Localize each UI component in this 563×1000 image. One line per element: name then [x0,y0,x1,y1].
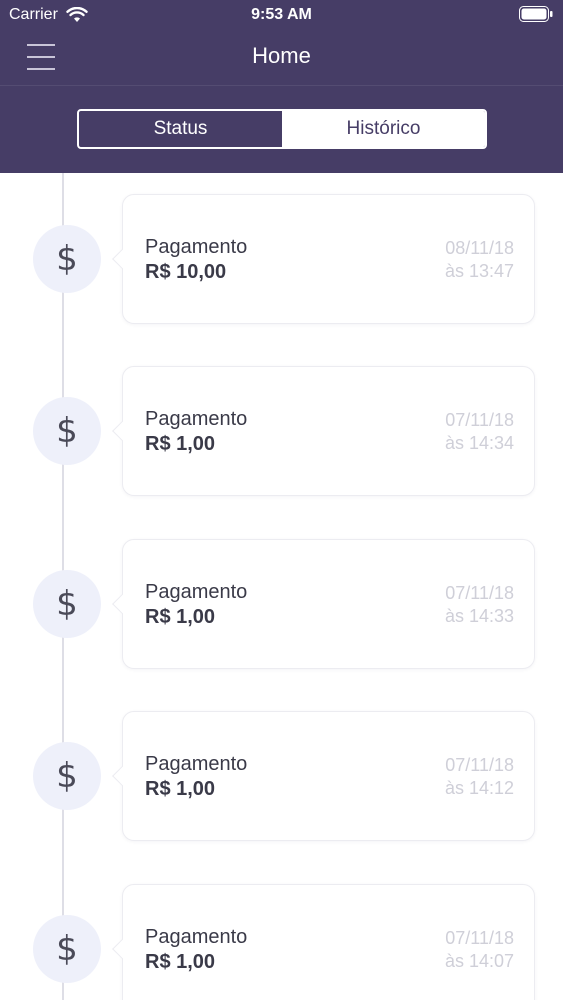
transaction-date: 07/11/18 [445,583,514,603]
dollar-icon: $ [33,742,101,810]
transaction-type: Pagamento [145,753,248,775]
transaction-date: 07/11/18 [445,928,514,948]
dollar-icon: $ [33,570,101,638]
transaction-amount: R$ 1,00 [145,606,216,628]
card-pointer [112,594,132,614]
transaction-time: às 14:12 [444,778,514,798]
transaction-time: às 14:34 [444,433,514,453]
transaction-time: às 14:33 [444,606,514,626]
dollar-icon: $ [33,225,101,293]
page-title: Home [252,43,311,68]
transaction-amount: R$ 1,00 [145,433,216,455]
card-pointer [112,249,132,269]
timeline-entry: $ Pagamento R$ 1,00 07/11/18 às 14:12 [0,711,563,841]
transaction-amount: R$ 1,00 [145,951,216,973]
transaction-amount: R$ 1,00 [145,778,216,800]
navigation-bar: Home [0,30,563,86]
transaction-date: 08/11/18 [445,238,514,258]
timeline-entry: $ Pagamento R$ 1,00 07/11/18 às 14:34 [0,366,563,496]
transaction-date: 07/11/18 [445,410,514,430]
dollar-icon: $ [33,915,101,983]
battery-icon [519,6,553,22]
transaction-time: às 13:47 [444,261,514,281]
timeline-entry: $ Pagamento R$ 10,00 08/11/18 às 13:47 [0,194,563,324]
tab-status[interactable]: Status [79,111,282,147]
timeline-entry: $ Pagamento R$ 1,00 07/11/18 às 14:33 [0,539,563,669]
transaction-date: 07/11/18 [445,755,514,775]
history-timeline: $ Pagamento R$ 10,00 08/11/18 às 13:47 $… [0,173,563,1000]
transaction-card[interactable]: Pagamento R$ 10,00 08/11/18 às 13:47 [112,194,535,324]
transaction-type: Pagamento [145,408,248,430]
status-bar: Carrier 9:53 AM [0,0,563,30]
timeline-entry: $ Pagamento R$ 1,00 07/11/18 às 14:07 [0,884,563,1000]
transaction-type: Pagamento [145,581,248,603]
transaction-type: Pagamento [145,236,248,258]
card-pointer [112,939,132,959]
app-header: Carrier 9:53 AM Home Status Histórico [0,0,563,173]
card-pointer [112,421,132,441]
transaction-card[interactable]: Pagamento R$ 1,00 07/11/18 às 14:33 [112,539,535,669]
tab-historico[interactable]: Histórico [282,111,485,147]
transaction-card[interactable]: Pagamento R$ 1,00 07/11/18 às 14:34 [112,366,535,496]
transaction-card[interactable]: Pagamento R$ 1,00 07/11/18 às 14:12 [112,711,535,841]
transaction-amount: R$ 10,00 [145,261,227,283]
transaction-type: Pagamento [145,926,248,948]
status-time: 9:53 AM [251,6,312,23]
transaction-card[interactable]: Pagamento R$ 1,00 07/11/18 às 14:07 [112,884,535,1000]
transaction-time: às 14:07 [444,951,514,971]
segmented-control: Status Histórico [77,109,487,149]
card-pointer [112,766,132,786]
dollar-icon: $ [33,397,101,465]
